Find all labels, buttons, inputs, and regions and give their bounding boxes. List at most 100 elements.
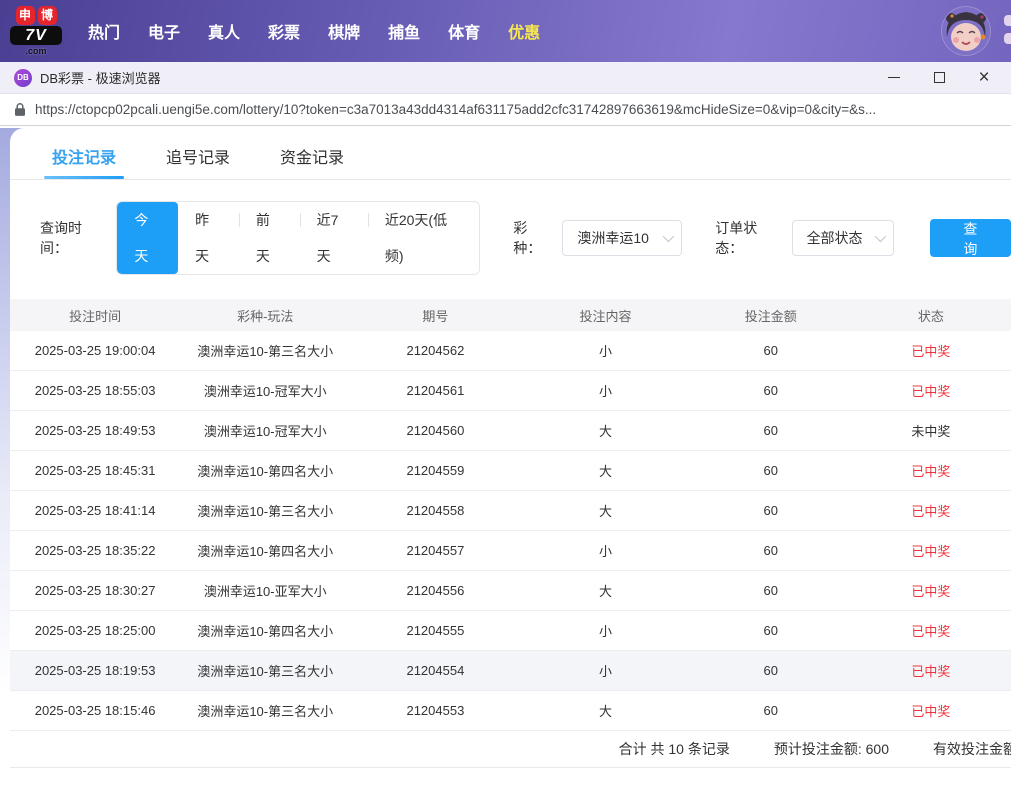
browser-titlebar: DB DB彩票 - 极速浏览器 × [0, 62, 1011, 94]
cell-content: 大 [599, 704, 613, 719]
cell-game: 澳洲幸运10-第三名大小 [197, 664, 334, 679]
cell-issue: 21204554 [406, 663, 465, 678]
logo-badges: 申 博 [10, 6, 62, 25]
cell-content: 小 [599, 384, 613, 399]
cell-game: 澳洲幸运10-第四名大小 [197, 624, 334, 639]
cell-issue: 21204562 [406, 343, 465, 358]
chevron-down-icon [874, 230, 886, 243]
nav-item-fishing[interactable]: 捕鱼 [388, 19, 420, 43]
bet-records-table: 投注时间 彩种-玩法 期号 投注内容 投注金额 状态 2025-03-25 19… [10, 299, 1011, 731]
cell-game: 澳洲幸运10-冠军大小 [203, 424, 327, 439]
cell-content: 大 [599, 424, 613, 439]
cell-status: 已中奖 [911, 384, 951, 399]
browser-favicon: DB [14, 68, 32, 87]
nav-item-lottery[interactable]: 彩票 [268, 19, 300, 43]
cell-time: 2025-03-25 18:49:53 [34, 423, 156, 438]
time-range-group: 今天 昨天 前天 近7天 近20天(低频) [116, 201, 481, 275]
nav-item-live[interactable]: 真人 [208, 19, 240, 43]
cell-game: 澳洲幸运10-第三名大小 [197, 344, 334, 359]
time-option-yesterday[interactable]: 昨天 [178, 202, 239, 274]
col-header-bet-time: 投注时间 [69, 308, 122, 324]
cell-content: 小 [599, 624, 613, 639]
nav-item-slots[interactable]: 电子 [148, 19, 180, 43]
col-header-issue: 期号 [422, 308, 449, 324]
cell-issue: 21204560 [406, 423, 465, 438]
cell-status: 未中奖 [911, 424, 951, 439]
cell-time: 2025-03-25 18:45:31 [34, 463, 156, 478]
time-option-20days[interactable]: 近20天(低频) [367, 202, 479, 274]
avatar-illustration [942, 7, 990, 55]
app-window: 申 博 7V .com 热门 电子 真人 彩票 棋牌 捕鱼 体育 优惠 DB D… [0, 0, 1011, 792]
records-card: 投注记录 追号记录 资金记录 查询时间： 今天 昨天 前天 近7天 近20天(低… [10, 128, 1011, 792]
summary-bar: 合计 共 10 条记录 预计投注金额: 600 有效投注金额 [10, 731, 1011, 768]
cell-status: 已中奖 [911, 664, 951, 679]
tab-bet-records[interactable]: 投注记录 [43, 144, 125, 179]
cell-amount: 60 [763, 343, 778, 358]
time-option-7days[interactable]: 近7天 [299, 202, 368, 274]
table-header-row: 投注时间 彩种-玩法 期号 投注内容 投注金额 状态 [10, 299, 1011, 331]
lottery-select[interactable]: 澳洲幸运10 [562, 220, 683, 256]
time-option-today[interactable]: 今天 [117, 202, 179, 274]
time-option-daybefore[interactable]: 前天 [238, 202, 300, 274]
search-button[interactable]: 查询 [929, 219, 1011, 257]
clipped-edge-widget [1004, 33, 1011, 44]
cell-time: 2025-03-25 18:19:53 [34, 663, 156, 678]
site-logo[interactable]: 申 博 7V .com [10, 6, 62, 56]
lock-icon [14, 102, 26, 117]
cell-content: 大 [599, 584, 613, 599]
lottery-select-value: 澳洲幸运10 [577, 230, 649, 246]
cell-issue: 21204557 [406, 543, 465, 558]
cell-time: 2025-03-25 18:41:14 [34, 503, 156, 518]
nav-item-hot[interactable]: 热门 [88, 19, 120, 43]
nav-item-promo[interactable]: 优惠 [508, 19, 540, 43]
tab-fund-records[interactable]: 资金记录 [280, 144, 344, 179]
table-row: 2025-03-25 18:45:31 澳洲幸运10-第四名大小 21204559 大… [10, 451, 1011, 491]
cell-game: 澳洲幸运10-第三名大小 [197, 504, 334, 519]
cell-content: 小 [599, 664, 613, 679]
order-status-select[interactable]: 全部状态 [791, 220, 894, 256]
clipped-edge-widget [1004, 15, 1011, 26]
table-row: 2025-03-25 18:30:27 澳洲幸运10-亚军大小 21204556 大 6… [10, 571, 1011, 611]
cell-content: 小 [599, 544, 613, 559]
chevron-down-icon [662, 230, 675, 243]
cell-amount: 60 [763, 383, 778, 398]
cell-time: 2025-03-25 18:15:46 [34, 703, 156, 718]
maximize-button[interactable] [930, 69, 948, 87]
status-select-value: 全部状态 [806, 230, 863, 246]
record-tabs: 投注记录 追号记录 资金记录 [10, 128, 1011, 180]
cell-status: 已中奖 [911, 504, 951, 519]
table-row: 2025-03-25 18:55:03 澳洲幸运10-冠军大小 21204561 小 6… [10, 371, 1011, 411]
cell-time: 2025-03-25 18:55:03 [34, 383, 156, 398]
cell-amount: 60 [763, 503, 778, 518]
nav-item-sports[interactable]: 体育 [448, 19, 480, 43]
browser-urlbar[interactable]: https://ctopcp02pcali.uengi5e.com/lotter… [0, 94, 1011, 126]
col-header-content: 投注内容 [579, 308, 632, 324]
cell-status: 已中奖 [911, 624, 951, 639]
tab-chase-records[interactable]: 追号记录 [166, 144, 230, 179]
cell-amount: 60 [763, 663, 778, 678]
nav-item-cards[interactable]: 棋牌 [328, 19, 360, 43]
cell-amount: 60 [763, 703, 778, 718]
user-avatar[interactable] [942, 7, 990, 55]
cell-content: 大 [599, 464, 613, 479]
time-filter-label: 查询时间： [40, 220, 82, 256]
cell-amount: 60 [763, 423, 778, 438]
close-button[interactable]: × [975, 68, 993, 87]
cell-amount: 60 [763, 623, 778, 638]
cell-issue: 21204558 [406, 503, 465, 518]
cell-time: 2025-03-25 18:25:00 [34, 623, 156, 638]
cell-amount: 60 [763, 463, 778, 478]
minimize-icon [888, 77, 900, 78]
col-header-game-play: 彩种-玩法 [237, 308, 294, 324]
cell-status: 已中奖 [911, 584, 951, 599]
cell-status: 已中奖 [911, 344, 951, 359]
cell-status: 已中奖 [911, 704, 951, 719]
cell-game: 澳洲幸运10-冠军大小 [203, 384, 327, 399]
minimize-button[interactable] [885, 69, 903, 87]
summary-expected-amount: 预计投注金额: 600 [773, 741, 889, 757]
cell-issue: 21204561 [406, 383, 465, 398]
cell-issue: 21204555 [406, 623, 465, 638]
table-row: 2025-03-25 18:41:14 澳洲幸运10-第三名大小 21204558 大… [10, 491, 1011, 531]
table-row: 2025-03-25 19:00:04 澳洲幸运10-第三名大小 21204562 小… [10, 331, 1011, 371]
cell-time: 2025-03-25 19:00:04 [34, 343, 156, 358]
